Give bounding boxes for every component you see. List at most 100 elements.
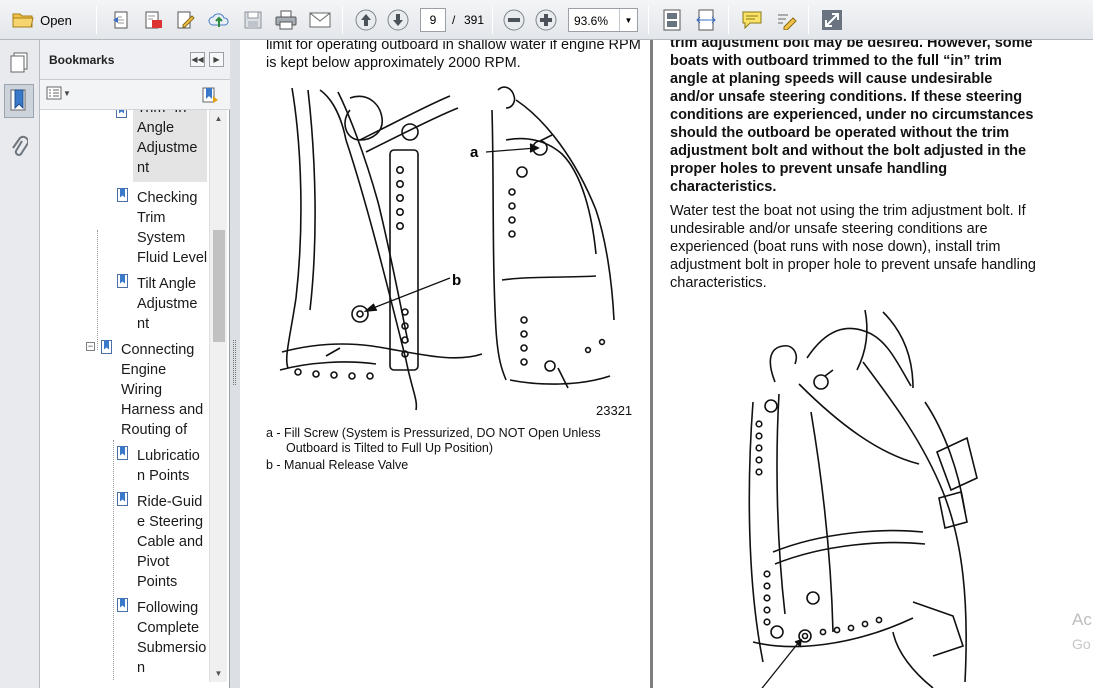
total-pages: 391	[464, 13, 485, 27]
bookmark-options-button[interactable]: ▼	[46, 86, 71, 100]
scroll-down-arrow-icon[interactable]: ▼	[210, 665, 227, 682]
toolbar-separator	[728, 6, 729, 34]
edit-document-button[interactable]	[172, 7, 198, 33]
page-separator: /	[452, 13, 456, 27]
caption-a: a - Fill Screw (System is Pressurized, D…	[266, 426, 601, 455]
highlighter-icon	[778, 14, 797, 30]
bookmark-line: Complete	[137, 620, 200, 636]
bookmark-item-checking-trim-fluid[interactable]: Checking Trim System Fluid Level	[137, 188, 207, 268]
document-page-right: trim adjustment bolt may be desired. How…	[653, 40, 1093, 688]
bookmark-line: Trim “In”	[137, 110, 197, 118]
export-pdf-button[interactable]	[140, 7, 166, 33]
bookmarks-panel-button[interactable]	[4, 84, 34, 118]
fullscreen-button[interactable]	[818, 7, 846, 33]
bookmark-item-trim-in-angle[interactable]: Trim “In” Angle Adjustme nt	[137, 110, 197, 178]
chevron-right-icon: ▶	[213, 55, 220, 64]
highlight-button[interactable]	[772, 7, 800, 33]
bookmark-line: Connecting	[121, 342, 195, 358]
edit-icon	[177, 11, 195, 29]
bookmark-item-ride-guide[interactable]: Ride-Guid e Steering Cable and Pivot Poi…	[137, 492, 203, 592]
bookmarks-panel: Bookmarks ◀◀ ▶ ▼ Trim “In” Angle Adjustm…	[40, 40, 230, 688]
bookmark-line: Following	[137, 600, 199, 616]
panel-splitter[interactable]	[230, 40, 240, 688]
bookmark-line: Submersio	[137, 640, 207, 656]
attachments-button[interactable]	[4, 130, 34, 164]
document-page-left: limit for operating outboard in shallow …	[240, 40, 650, 688]
bookmark-line: Fluid Level	[137, 250, 208, 266]
bookmarks-toolbar: ▼	[40, 80, 230, 110]
upload-button[interactable]	[206, 7, 232, 33]
bookmark-line: Cable and	[137, 534, 204, 550]
bookmark-item-connecting-wiring[interactable]: Connecting Engine Wiring Harness and Rou…	[121, 340, 203, 440]
open-button[interactable]: Open	[6, 7, 78, 33]
bookmark-icon	[117, 492, 128, 506]
scrollbar-thumb[interactable]	[213, 230, 225, 342]
create-pdf-icon	[113, 11, 128, 29]
new-bookmark-button[interactable]	[201, 86, 219, 107]
page-number-input[interactable]	[420, 8, 446, 32]
zoom-out-button[interactable]	[500, 7, 528, 33]
page-paragraph: limit for operating outboard in shallow …	[266, 40, 641, 71]
bookmark-icon	[116, 110, 127, 118]
bookmark-line: Wiring	[121, 382, 163, 398]
trim-bolt-illustration	[748, 309, 978, 688]
next-page-button[interactable]	[384, 7, 412, 33]
printer-icon	[275, 10, 297, 30]
fit-page-button[interactable]	[658, 7, 686, 33]
splitter-grip[interactable]	[233, 340, 236, 385]
document-viewport[interactable]: limit for operating outboard in shallow …	[240, 40, 1093, 688]
folder-icon	[12, 13, 34, 28]
bookmark-icon	[117, 598, 128, 612]
cloud-upload-icon	[208, 13, 229, 27]
email-button[interactable]	[306, 7, 334, 33]
bookmark-item-submersion[interactable]: Following Complete Submersio n	[137, 598, 206, 678]
comment-button[interactable]	[738, 7, 766, 33]
figure-number: 23321	[596, 403, 633, 418]
create-pdf-button[interactable]	[108, 7, 134, 33]
toolbar-separator	[648, 6, 649, 34]
bookmark-line: Engine	[121, 362, 167, 378]
pdf-icon	[145, 11, 162, 29]
bookmark-item-lubrication[interactable]: Lubricatio n Points	[137, 446, 200, 486]
collapse-toggle[interactable]: −	[86, 342, 95, 351]
chevron-down-icon[interactable]: ▼	[619, 9, 637, 31]
bookmark-line: Pivot	[137, 554, 170, 570]
previous-page-button[interactable]	[352, 7, 380, 33]
bookmark-icon	[101, 340, 112, 354]
zoom-value: 93.6%	[574, 14, 609, 28]
toolbar-separator	[342, 6, 343, 34]
bookmark-ribbon-icon	[10, 89, 26, 111]
bookmark-icon	[117, 188, 128, 202]
scroll-up-arrow-icon[interactable]: ▲	[210, 110, 227, 127]
collapse-panel-button[interactable]: ◀◀	[190, 52, 205, 67]
fit-width-button[interactable]	[692, 7, 720, 33]
bookmark-line: nt	[137, 160, 150, 176]
bookmark-line: Checking	[137, 190, 198, 206]
save-button[interactable]	[240, 7, 266, 33]
activation-watermark: Go	[1072, 636, 1091, 652]
bookmark-line: n	[137, 660, 146, 676]
close-panel-button[interactable]: ▶	[209, 52, 224, 67]
toolbar-separator	[96, 6, 97, 34]
plus-icon	[535, 9, 557, 31]
caption-b: b - Manual Release Valve	[266, 458, 409, 472]
bookmarks-header: Bookmarks ◀◀ ▶	[40, 40, 230, 80]
bookmark-item-tilt-angle[interactable]: Tilt Angle Adjustme nt	[137, 274, 197, 334]
navigation-panel-strip	[0, 40, 40, 688]
bookmarks-scrollbar[interactable]: ▲ ▼	[209, 110, 227, 682]
bookmark-line: Adjustme	[137, 296, 198, 312]
double-chevron-left-icon: ◀◀	[191, 55, 204, 64]
bookmark-line: Lubricatio	[137, 448, 200, 464]
bookmark-line: nt	[137, 316, 150, 332]
zoom-in-button[interactable]	[532, 7, 560, 33]
expand-icon	[822, 10, 842, 30]
speech-bubble-icon	[742, 11, 762, 30]
bookmark-line: Tilt Angle	[137, 276, 197, 292]
zoom-select[interactable]: 93.6% ▼	[568, 8, 638, 32]
tree-guide-line	[113, 440, 114, 680]
bookmark-line: n Points	[137, 468, 190, 484]
print-button[interactable]	[272, 7, 300, 33]
page-thumbnails-button[interactable]	[4, 46, 34, 80]
chevron-down-icon: ▼	[63, 88, 71, 98]
bookmark-line: Adjustme	[137, 140, 198, 156]
